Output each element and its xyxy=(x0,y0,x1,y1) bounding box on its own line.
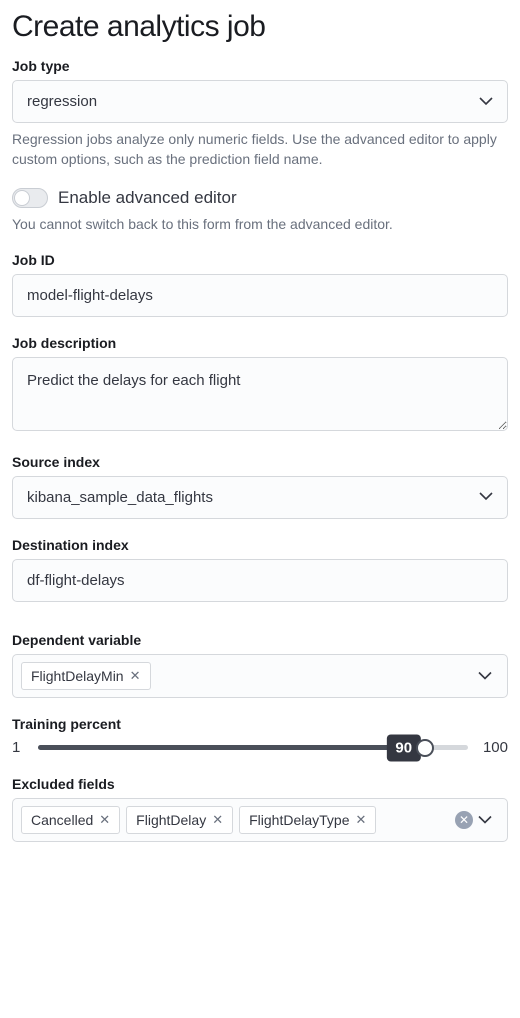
advanced-editor-help: You cannot switch back to this form from… xyxy=(12,214,508,234)
job-type-select[interactable]: regression xyxy=(12,80,508,123)
source-index-select[interactable]: kibana_sample_data_flights xyxy=(12,476,508,519)
clear-all-icon[interactable]: ✕ xyxy=(455,811,473,829)
pill-label: Cancelled xyxy=(31,812,93,828)
dependent-variable-combo[interactable]: FlightDelayMin ✕ xyxy=(12,654,508,698)
chevron-down-icon xyxy=(477,811,493,828)
range-max: 100 xyxy=(478,739,508,756)
pill-label: FlightDelayType xyxy=(249,812,349,828)
destination-index-input[interactable] xyxy=(12,559,508,602)
job-type-label: Job type xyxy=(12,58,508,74)
range-min: 1 xyxy=(12,739,28,756)
source-index-label: Source index xyxy=(12,454,508,470)
pill-label: FlightDelayMin xyxy=(31,668,124,684)
excluded-fields-label: Excluded fields xyxy=(12,776,508,792)
job-id-label: Job ID xyxy=(12,252,508,268)
close-icon[interactable]: ✕ xyxy=(130,668,141,684)
slider-track-fill xyxy=(38,745,425,750)
pill-flightdelay[interactable]: FlightDelay ✕ xyxy=(126,806,233,834)
page-title: Create analytics job xyxy=(12,10,508,44)
slider-thumb[interactable] xyxy=(416,739,434,757)
pill-label: FlightDelay xyxy=(136,812,206,828)
close-icon[interactable]: ✕ xyxy=(99,812,110,828)
advanced-editor-label: Enable advanced editor xyxy=(58,188,237,208)
destination-index-label: Destination index xyxy=(12,537,508,553)
dependent-variable-label: Dependent variable xyxy=(12,632,508,648)
advanced-editor-toggle[interactable] xyxy=(12,188,48,208)
excluded-fields-combo[interactable]: Cancelled ✕ FlightDelay ✕ FlightDelayTyp… xyxy=(12,798,508,842)
close-icon[interactable]: ✕ xyxy=(356,812,367,828)
pill-flightdelaymin[interactable]: FlightDelayMin ✕ xyxy=(21,662,151,690)
training-percent-slider[interactable]: 1 90 100 xyxy=(12,738,508,758)
pill-flightdelaytype[interactable]: FlightDelayType ✕ xyxy=(239,806,376,834)
job-description-textarea[interactable]: Predict the delays for each flight xyxy=(12,357,508,431)
close-icon[interactable]: ✕ xyxy=(212,812,223,828)
job-id-input[interactable] xyxy=(12,274,508,317)
toggle-thumb xyxy=(14,190,30,206)
pill-cancelled[interactable]: Cancelled ✕ xyxy=(21,806,120,834)
training-percent-label: Training percent xyxy=(12,716,508,732)
job-type-help: Regression jobs analyze only numeric fie… xyxy=(12,129,508,170)
job-description-label: Job description xyxy=(12,335,508,351)
chevron-down-icon xyxy=(477,667,493,684)
